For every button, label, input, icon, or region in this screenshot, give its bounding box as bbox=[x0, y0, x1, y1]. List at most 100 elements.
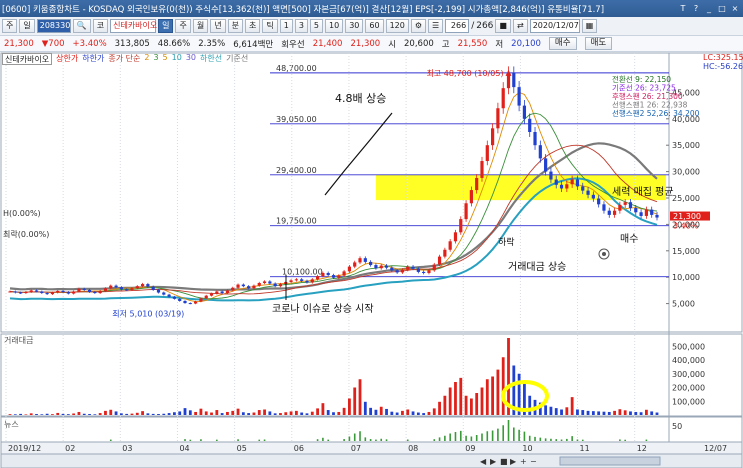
interval-5-button[interactable]: 5 bbox=[309, 19, 323, 33]
candle-body bbox=[422, 271, 426, 273]
x-tick-label: 04 bbox=[179, 444, 189, 453]
candle-body bbox=[544, 158, 548, 172]
candle-body bbox=[358, 258, 362, 263]
news-bar bbox=[438, 437, 441, 441]
candle-body bbox=[247, 286, 251, 289]
x-axis-bar bbox=[0, 441, 743, 455]
lock-icon[interactable]: ■ bbox=[495, 19, 511, 33]
candle-body bbox=[591, 194, 595, 199]
period-second-button[interactable]: 초 bbox=[244, 19, 261, 33]
open-price: 20,600 bbox=[404, 38, 434, 49]
annotation-growth: 4.8배 상승 bbox=[335, 92, 386, 105]
interval-3-button[interactable]: 3 bbox=[294, 19, 308, 33]
x-tick-label: 10 bbox=[522, 444, 532, 453]
sell-button[interactable]: 매도 bbox=[584, 37, 613, 50]
volume-tick-label: 400,000 bbox=[672, 356, 705, 365]
candle-body bbox=[517, 87, 521, 106]
open-label: 시 bbox=[388, 39, 397, 50]
volume-bar bbox=[236, 408, 240, 415]
interval-120-button[interactable]: 120 bbox=[385, 19, 409, 33]
period-year-button[interactable]: 년 bbox=[210, 19, 226, 33]
market-button[interactable]: 코 bbox=[92, 19, 109, 33]
annotation-target-dot bbox=[602, 252, 606, 256]
news-bar bbox=[523, 431, 526, 441]
menu-day-select[interactable]: 일 bbox=[19, 19, 35, 33]
period-tick-button[interactable]: 틱 bbox=[262, 19, 278, 33]
candle-body bbox=[273, 283, 277, 287]
candle-body bbox=[416, 268, 420, 272]
candle-body bbox=[363, 258, 367, 262]
date-input[interactable]: 2020/12/07 bbox=[529, 19, 580, 33]
current-price-tag-label: 21,300 bbox=[673, 212, 701, 221]
candle-body bbox=[369, 261, 373, 266]
price-level-label: 19,750.00 bbox=[276, 217, 317, 226]
menu-week-select[interactable]: 주 bbox=[2, 19, 18, 33]
interval-60-button[interactable]: 60 bbox=[365, 19, 384, 33]
candle-body bbox=[443, 249, 447, 257]
search-icon[interactable]: 🔍 bbox=[72, 19, 91, 33]
window-title: [0600] 키움종합차트 - KOSDAQ 외국인보유(0(천)) 주식수[1… bbox=[2, 4, 605, 15]
interval-1-button[interactable]: 1 bbox=[279, 19, 293, 33]
news-bar bbox=[486, 431, 489, 441]
news-bar bbox=[581, 439, 584, 441]
current-pct-tag-label: 3.40% bbox=[673, 222, 699, 231]
volume-bar bbox=[72, 413, 76, 415]
split-icon[interactable]: ☰ bbox=[428, 19, 444, 33]
candle-body bbox=[639, 212, 643, 216]
buy-button[interactable]: 매수 bbox=[548, 37, 577, 50]
candle-body bbox=[77, 288, 81, 292]
annotation-volume-up: 거래대금 상승 bbox=[508, 261, 566, 273]
volume-bar bbox=[284, 412, 288, 415]
settings-icon[interactable]: ⚙ bbox=[410, 19, 427, 33]
volume-bar bbox=[77, 411, 81, 415]
count-input[interactable]: 266 bbox=[445, 19, 470, 33]
news-bar bbox=[539, 437, 542, 441]
stock-name-field[interactable]: 신테카바이오 bbox=[110, 19, 157, 33]
candle-body bbox=[315, 276, 320, 280]
volume-bar bbox=[374, 409, 378, 415]
volume-bar bbox=[496, 369, 500, 415]
compare-icon[interactable]: ⇄ bbox=[512, 19, 528, 33]
volume-bar bbox=[591, 411, 595, 415]
maximize-button[interactable]: □ bbox=[716, 3, 728, 15]
topmost-button[interactable]: T bbox=[677, 3, 689, 15]
candle-body bbox=[24, 291, 28, 294]
candle-body bbox=[109, 285, 113, 289]
volume-bar bbox=[464, 395, 468, 415]
interval-30-button[interactable]: 30 bbox=[345, 19, 364, 33]
period-week-button[interactable]: 주 bbox=[175, 19, 191, 33]
news-bar bbox=[645, 439, 648, 441]
candle-body bbox=[618, 204, 622, 211]
scroll-thumb[interactable] bbox=[559, 456, 661, 466]
news-bar bbox=[322, 437, 324, 441]
price-chart[interactable]: 45,00040,00035,00030,00025,00020,00015,0… bbox=[0, 52, 743, 468]
legend-ma-tail: 하한선 bbox=[200, 54, 223, 63]
period-minute-button[interactable]: 분 bbox=[227, 19, 243, 33]
volume-bar bbox=[316, 408, 319, 415]
minimize-button[interactable]: _ bbox=[703, 3, 715, 15]
candle-body bbox=[337, 275, 341, 278]
candle-body bbox=[448, 241, 452, 250]
annotation-drop: 하락 bbox=[498, 236, 515, 248]
scroll-control: ▶ bbox=[490, 457, 497, 466]
x-tick-label: 03 bbox=[122, 444, 132, 453]
stock-code-input[interactable]: 208330 bbox=[36, 19, 71, 33]
x-tick-label: 02 bbox=[65, 444, 75, 453]
volume-bar bbox=[231, 410, 235, 415]
candle-body bbox=[384, 265, 389, 268]
candle-body bbox=[310, 279, 314, 283]
candle-body bbox=[199, 298, 203, 302]
candle-body bbox=[528, 118, 532, 132]
close-button[interactable]: × bbox=[729, 3, 741, 15]
volume-bar bbox=[576, 409, 579, 415]
news-bar bbox=[528, 435, 531, 441]
period-month-button[interactable]: 월 bbox=[192, 19, 209, 33]
help-button[interactable]: ? bbox=[690, 3, 702, 15]
low-marker-label: 최저 5,010 (03/19) bbox=[112, 309, 184, 319]
interval-10-button[interactable]: 10 bbox=[325, 19, 344, 33]
news-tick-label: 50 bbox=[672, 422, 682, 431]
trade-amount: 6,614백만 bbox=[233, 39, 274, 50]
period-day-button[interactable]: 일 bbox=[158, 19, 174, 33]
calendar-icon[interactable]: ▦ bbox=[581, 19, 598, 33]
ask-price: 21,400 bbox=[312, 38, 343, 49]
